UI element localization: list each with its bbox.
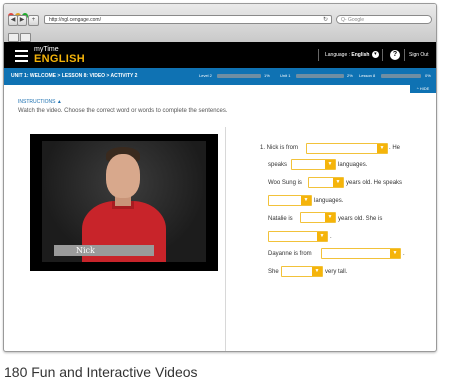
grid-view-icon[interactable] bbox=[20, 33, 31, 42]
column-divider bbox=[225, 127, 226, 351]
answer-dropdown[interactable]: ▼ bbox=[268, 231, 328, 242]
video-player[interactable]: Nick bbox=[30, 134, 218, 271]
refresh-icon[interactable]: ↻ bbox=[323, 16, 328, 25]
help-icon[interactable]: ? bbox=[390, 50, 400, 60]
instructions-toggle[interactable]: INSTRUCTIONS ▲ bbox=[18, 99, 62, 105]
search-input[interactable]: Q- Google bbox=[336, 15, 432, 24]
answer-dropdown[interactable]: ▼ bbox=[281, 266, 323, 277]
sign-out-button[interactable]: Sign Out bbox=[409, 52, 428, 58]
sentence-text: speaks bbox=[268, 162, 288, 168]
sentence-text: . He bbox=[389, 145, 401, 151]
url-bar[interactable]: http://ngl.cengage.com/ ↻ bbox=[44, 15, 332, 24]
answer-dropdown[interactable]: ▼ bbox=[308, 177, 344, 188]
progress-track bbox=[217, 74, 261, 78]
sentence-text: 1. Nick is from bbox=[260, 145, 299, 151]
progress-value: 1% bbox=[264, 73, 270, 78]
progress-track bbox=[381, 74, 421, 78]
chevron-down-icon: ▼ bbox=[390, 249, 400, 258]
sentence-text: Dayanne is from bbox=[268, 251, 312, 257]
answer-dropdown[interactable]: ▼ bbox=[306, 143, 388, 154]
progress-value: 2% bbox=[347, 73, 353, 78]
chevron-down-icon: ▼ bbox=[312, 267, 322, 276]
sentence-text: years old. She is bbox=[338, 216, 383, 222]
brand-logo: ENGLISH bbox=[34, 53, 85, 65]
progress-value: 0% bbox=[425, 73, 431, 78]
browser-toolbar: ◀ ▶ + http://ngl.cengage.com/ ↻ Q- Googl… bbox=[4, 4, 436, 43]
progress-label: Level 2 bbox=[199, 73, 212, 78]
breadcrumb[interactable]: UNIT 1: WELCOME > LESSON 8: VIDEO > ACTI… bbox=[11, 73, 137, 79]
caption: 180 Fun and Interactive Videos bbox=[4, 364, 198, 380]
divider bbox=[404, 49, 405, 61]
chevron-down-icon: ▼ bbox=[333, 178, 343, 187]
name-tag: Nick bbox=[54, 245, 154, 256]
language-label: Language : bbox=[325, 52, 351, 58]
sentence-text: Woo Sung is bbox=[268, 180, 302, 186]
answer-dropdown[interactable]: ▼ bbox=[268, 195, 312, 206]
progress-track bbox=[296, 74, 344, 78]
sentence-text: . bbox=[403, 251, 405, 257]
answer-dropdown[interactable]: ▼ bbox=[291, 159, 336, 170]
progress-label: Lesson 8 bbox=[359, 73, 376, 78]
sidebar-toggle-icon[interactable] bbox=[8, 33, 19, 42]
chevron-down-icon: ▼ bbox=[325, 160, 335, 169]
menu-icon[interactable] bbox=[15, 50, 28, 65]
chevron-down-icon: ▼ bbox=[325, 213, 335, 222]
answer-dropdown[interactable]: ▼ bbox=[321, 248, 401, 259]
app-header: myTime ENGLISH Language : English ▾ ? Si… bbox=[4, 42, 436, 68]
instructions-text: Watch the video. Choose the correct word… bbox=[18, 108, 228, 114]
hide-button[interactable]: ^ HIDE bbox=[410, 85, 436, 93]
chevron-down-icon: ▼ bbox=[377, 144, 387, 153]
sentence-text: Natalie is bbox=[268, 216, 293, 222]
brand-top: myTime bbox=[34, 46, 59, 53]
divider bbox=[318, 49, 319, 61]
person-head bbox=[106, 154, 140, 198]
sentence-text: very tall. bbox=[325, 269, 348, 275]
sentence-text: . bbox=[330, 234, 332, 240]
activity-bar: UNIT 1: WELCOME > LESSON 8: VIDEO > ACTI… bbox=[4, 68, 436, 85]
browser-window: ◀ ▶ + http://ngl.cengage.com/ ↻ Q- Googl… bbox=[3, 3, 437, 352]
sentence-text: She bbox=[268, 269, 279, 275]
chevron-down-icon: ▾ bbox=[371, 51, 379, 59]
video-frame: Nick bbox=[42, 141, 206, 262]
chevron-down-icon: ▼ bbox=[317, 232, 327, 241]
progress-label: Unit 1 bbox=[280, 73, 291, 78]
language-value: English bbox=[351, 52, 370, 58]
url-text: http://ngl.cengage.com/ bbox=[49, 17, 101, 23]
sentence-text: languages. bbox=[338, 162, 368, 168]
answer-dropdown[interactable]: ▼ bbox=[300, 212, 336, 223]
forward-button[interactable]: ▶ bbox=[17, 15, 27, 26]
chevron-down-icon: ▼ bbox=[301, 196, 311, 205]
divider bbox=[382, 49, 383, 61]
language-selector[interactable]: Language : English ▾ bbox=[325, 50, 379, 60]
sentence-text: years old. He speaks bbox=[346, 180, 403, 186]
add-bookmark-button[interactable]: + bbox=[28, 15, 39, 26]
sentence-text: languages. bbox=[314, 198, 344, 204]
